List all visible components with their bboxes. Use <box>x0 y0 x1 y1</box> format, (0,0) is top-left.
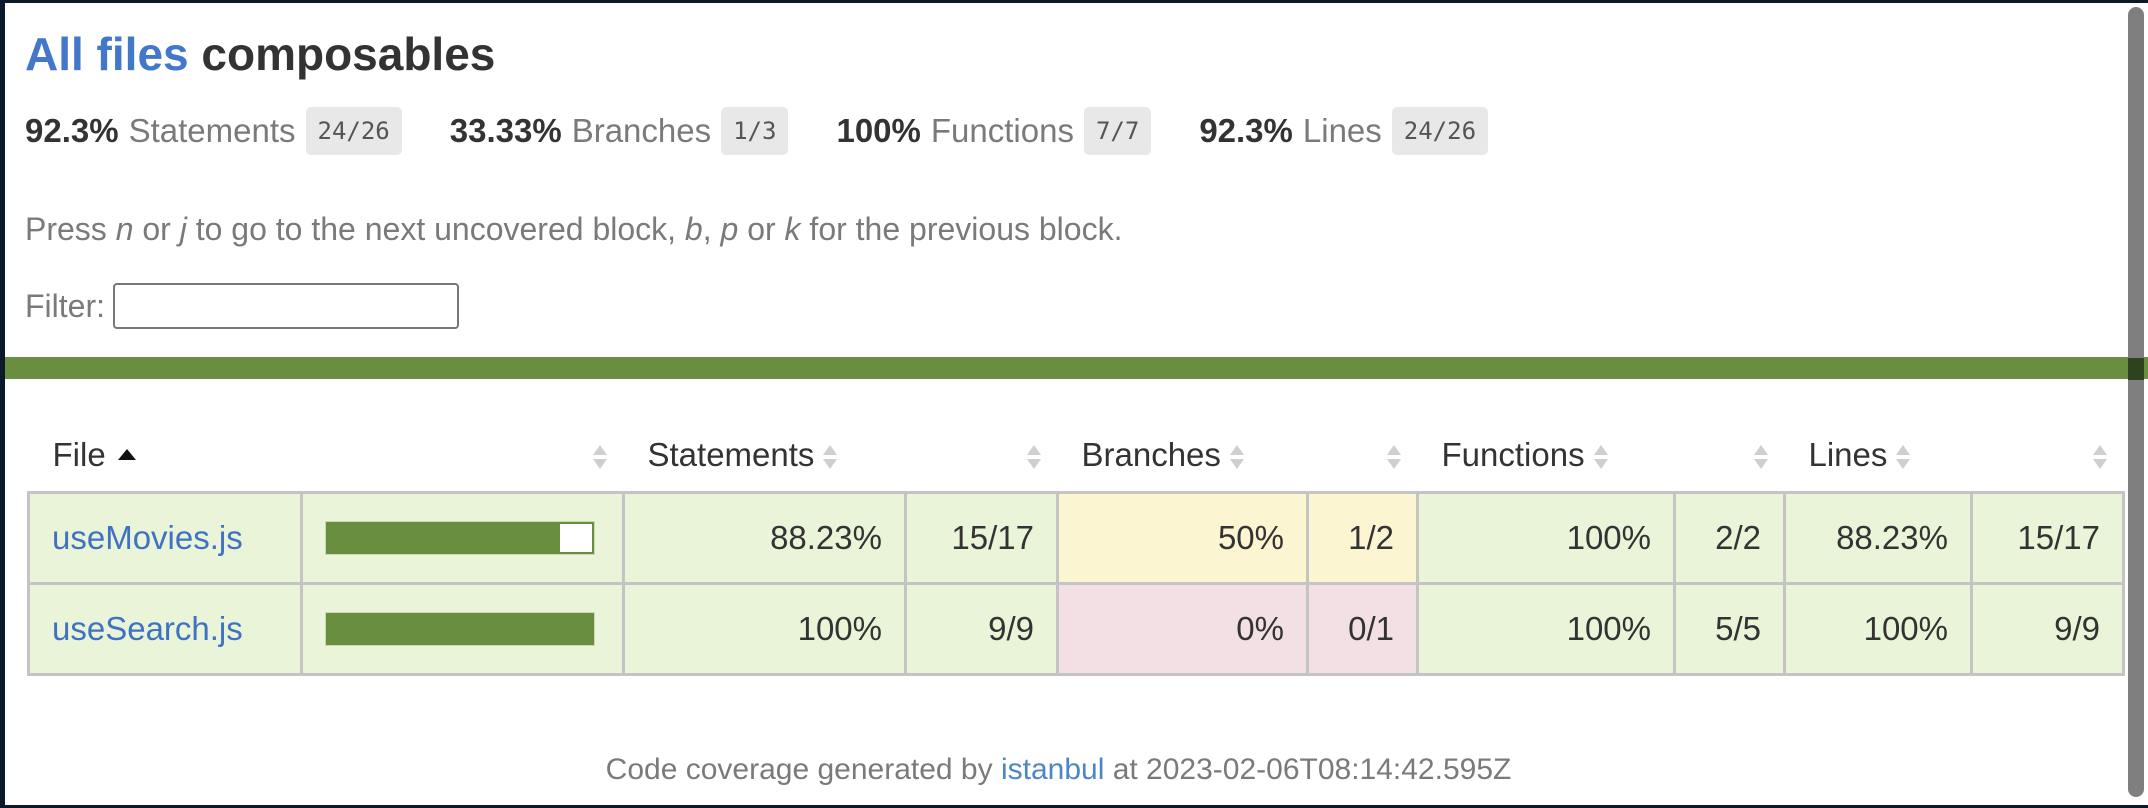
filter-input[interactable] <box>113 283 459 329</box>
summary-pct: 92.3% <box>1199 112 1293 149</box>
summary-label: Functions <box>930 112 1074 149</box>
functions-pct-cell: 100% <box>1416 582 1676 676</box>
statements-pct-cell: 100% <box>622 582 907 676</box>
summary-fraction-badge: 7/7 <box>1083 107 1152 155</box>
lines-fraction-cell: 15/17 <box>1970 491 2125 585</box>
column-header-functions[interactable]: Functions <box>1418 419 1675 493</box>
filter-label: Filter: <box>25 287 105 324</box>
file-link[interactable]: useMovies.js <box>52 519 243 556</box>
coverage-status-bar <box>5 357 2148 379</box>
footer: Code coverage generated by istanbul at 2… <box>605 753 1512 786</box>
sort-icon <box>1026 444 1042 470</box>
coverage-bar-cell <box>300 491 625 585</box>
coverage-summary: 92.3% Statements 24/26 33.33% Branches 1… <box>25 107 1536 155</box>
current-directory: composables <box>201 28 496 80</box>
keyboard-hint: Press n or j to go to the next uncovered… <box>25 211 1123 247</box>
table-header-row: File Statements Branches Functions Lines <box>29 419 2124 493</box>
sort-icon <box>1229 444 1245 470</box>
sort-icon <box>2092 444 2108 470</box>
column-header-file-bar[interactable] <box>302 419 624 493</box>
sort-icon <box>1593 444 1609 470</box>
sort-icon <box>822 444 838 470</box>
summary-pct: 92.3% <box>25 112 119 149</box>
summary-label: Statements <box>128 112 296 149</box>
summary-pct: 100% <box>836 112 921 149</box>
coverage-report-page: All files composables 92.3% Statements 2… <box>5 3 2148 805</box>
istanbul-link[interactable]: istanbul <box>1001 753 1104 786</box>
coverage-bar-cell <box>300 582 625 676</box>
summary-functions: 100% Functions 7/7 <box>836 107 1152 155</box>
summary-branches: 33.33% Branches 1/3 <box>450 107 789 155</box>
page-title: All files composables <box>25 27 495 81</box>
functions-fraction-cell: 2/2 <box>1673 491 1786 585</box>
summary-pct: 33.33% <box>449 112 562 149</box>
column-header-lines[interactable]: Lines <box>1785 419 1972 493</box>
generated-timestamp: at 2023-02-06T08:14:42.595Z <box>1104 753 1512 786</box>
statements-fraction-cell: 9/9 <box>904 582 1059 676</box>
column-header-branches[interactable]: Branches <box>1058 419 1308 493</box>
table-row: useMovies.js 88.23% 15/17 50% 1/2 100% 2/2 88.2… <box>27 491 2125 585</box>
file-cell: useMovies.js <box>27 491 303 585</box>
sort-icon <box>1895 444 1911 470</box>
branches-pct-cell: 50% <box>1056 491 1309 585</box>
column-header-statements-raw[interactable] <box>906 419 1058 493</box>
sort-icon <box>1753 444 1769 470</box>
sort-ascending-icon <box>117 448 136 460</box>
branches-fraction-cell: 1/2 <box>1306 491 1419 585</box>
branches-fraction-cell: 0/1 <box>1306 582 1419 676</box>
functions-fraction-cell: 5/5 <box>1673 582 1786 676</box>
filter-group: Filter: <box>25 283 459 329</box>
lines-pct-cell: 88.23% <box>1783 491 1973 585</box>
sort-icon <box>592 444 608 470</box>
coverage-bar <box>325 612 595 646</box>
summary-label: Lines <box>1302 112 1382 149</box>
summary-fraction-badge: 24/26 <box>305 107 402 155</box>
breadcrumb-all-files-link[interactable]: All files <box>25 28 189 80</box>
sort-icon <box>1386 444 1402 470</box>
lines-fraction-cell: 9/9 <box>1970 582 2125 676</box>
summary-fraction-badge: 24/26 <box>1391 107 1489 155</box>
vertical-scrollbar[interactable] <box>2128 7 2144 797</box>
functions-pct-cell: 100% <box>1416 491 1676 585</box>
file-cell: useSearch.js <box>27 582 303 676</box>
statements-pct-cell: 88.23% <box>622 491 907 585</box>
table-row: useSearch.js 100% 9/9 0% 0/1 100% 5/5 100% 9/9 <box>27 582 2125 676</box>
coverage-bar-uncovered <box>560 524 592 552</box>
summary-statements: 92.3% Statements 24/26 <box>25 107 402 155</box>
coverage-table: File Statements Branches Functions Lines… <box>27 419 2125 676</box>
column-header-statements[interactable]: Statements <box>624 419 906 493</box>
coverage-bar <box>325 521 595 555</box>
lines-pct-cell: 100% <box>1783 582 1973 676</box>
summary-fraction-badge: 1/3 <box>721 107 789 155</box>
branches-pct-cell: 0% <box>1056 582 1309 676</box>
column-header-functions-raw[interactable] <box>1675 419 1785 493</box>
summary-label: Branches <box>571 112 712 149</box>
column-header-file[interactable]: File <box>29 419 302 493</box>
file-link[interactable]: useSearch.js <box>52 610 243 647</box>
column-header-lines-raw[interactable] <box>1972 419 2124 493</box>
summary-lines: 92.3% Lines 24/26 <box>1199 107 1489 155</box>
statements-fraction-cell: 15/17 <box>904 491 1059 585</box>
column-header-branches-raw[interactable] <box>1308 419 1418 493</box>
